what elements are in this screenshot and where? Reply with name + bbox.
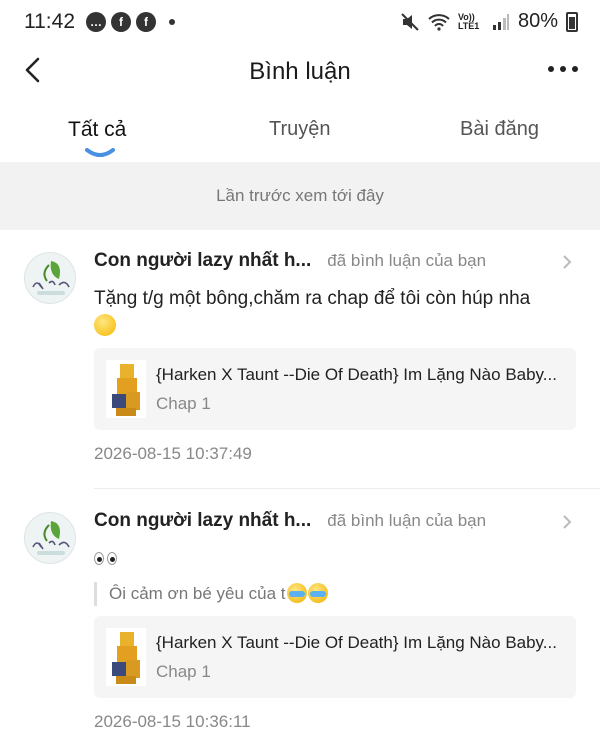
comment-timestamp: 2026-08-15 10:36:11: [94, 712, 251, 731]
divider: [94, 488, 600, 489]
mute-icon: [401, 12, 419, 31]
chevron-right-icon[interactable]: [560, 254, 574, 270]
story-card[interactable]: {Harken X Taunt --Die Of Death} Im Lặng …: [94, 616, 576, 698]
comment-text-body: Tặng t/g một bông,chăm ra chap để tôi cò…: [94, 288, 531, 309]
last-viewed-banner: Lần trước xem tới đây: [0, 162, 600, 230]
status-right: Vo)) LTE1 80%: [400, 10, 578, 33]
more-dot-icon: [560, 66, 566, 72]
avatar-image: [32, 521, 70, 555]
lte-label: Vo)) LTE1: [457, 11, 480, 31]
comment-header: Con người lazy nhất h... đã bình luận của…: [94, 250, 580, 278]
comment-header: Con người lazy nhất h... đã bình luận của…: [94, 510, 580, 538]
story-thumbnail: [106, 628, 146, 686]
comment-action: đã bình luận của bạn: [327, 511, 487, 530]
avatar-image: [32, 261, 70, 295]
story-title: {Harken X Taunt --Die Of Death} Im Lặng …: [156, 633, 557, 652]
commenter-name[interactable]: Con người lazy nhất h...: [94, 250, 311, 271]
tab-bar: Tất cả Truyện Bài đăng: [0, 104, 600, 162]
eyes-emoji-icon: [94, 552, 117, 565]
story-card[interactable]: {Harken X Taunt --Die Of Death} Im Lặng …: [94, 348, 576, 430]
chapter-label: Chap 1: [156, 662, 211, 681]
crying-emoji-icon: [307, 583, 328, 603]
tab-stories[interactable]: Truyện: [269, 118, 331, 141]
messenger-icon: …: [86, 12, 106, 32]
quoted-reply: Ôi cảm ơn bé yêu của t: [94, 582, 578, 606]
tab-all[interactable]: Tất cả: [68, 118, 126, 142]
comment-item[interactable]: Con người lazy nhất h... đã bình luận của…: [0, 490, 600, 740]
active-tab-indicator: [85, 148, 115, 157]
story-title: {Harken X Taunt --Die Of Death} Im Lặng …: [156, 365, 557, 384]
chapter-label: Chap 1: [156, 394, 211, 413]
more-options-button[interactable]: [548, 66, 578, 72]
more-dot-icon: [572, 66, 578, 72]
crying-emoji-icon: [286, 583, 307, 603]
comment-item[interactable]: Con người lazy nhất h... đã bình luận của…: [0, 230, 600, 488]
avatar[interactable]: [24, 512, 76, 564]
tab-posts[interactable]: Bài đăng: [460, 118, 539, 141]
commenter-name[interactable]: Con người lazy nhất h...: [94, 510, 311, 531]
more-dot-icon: [548, 66, 554, 72]
battery-percent: 80%: [517, 10, 558, 32]
status-bar: 11:42 … f f Vo)) LTE1 80%: [0, 0, 600, 44]
comment-timestamp: 2026-08-15 10:37:49: [94, 444, 252, 463]
facebook-icon: f: [136, 12, 156, 32]
smile-emoji-icon: [94, 314, 116, 336]
story-thumbnail: [106, 360, 146, 418]
notification-icons: … f f: [86, 12, 175, 32]
battery-icon: [566, 11, 578, 32]
comment-text: [94, 544, 578, 572]
page-title: Bình luận: [249, 58, 351, 85]
quoted-reply-text: Ôi cảm ơn bé yêu của t: [109, 584, 286, 603]
chevron-right-icon[interactable]: [560, 514, 574, 530]
avatar[interactable]: [24, 252, 76, 304]
comment-text: Tặng t/g một bông,chăm ra chap để tôi cò…: [94, 285, 578, 341]
app-bar: Bình luận: [0, 44, 600, 100]
signal-icon: [492, 13, 509, 30]
facebook-icon: f: [111, 12, 131, 32]
status-time: 11:42: [24, 10, 75, 33]
more-notifications-dot: [169, 19, 175, 25]
wifi-icon: [428, 13, 450, 31]
comment-action: đã bình luận của bạn: [327, 251, 487, 270]
